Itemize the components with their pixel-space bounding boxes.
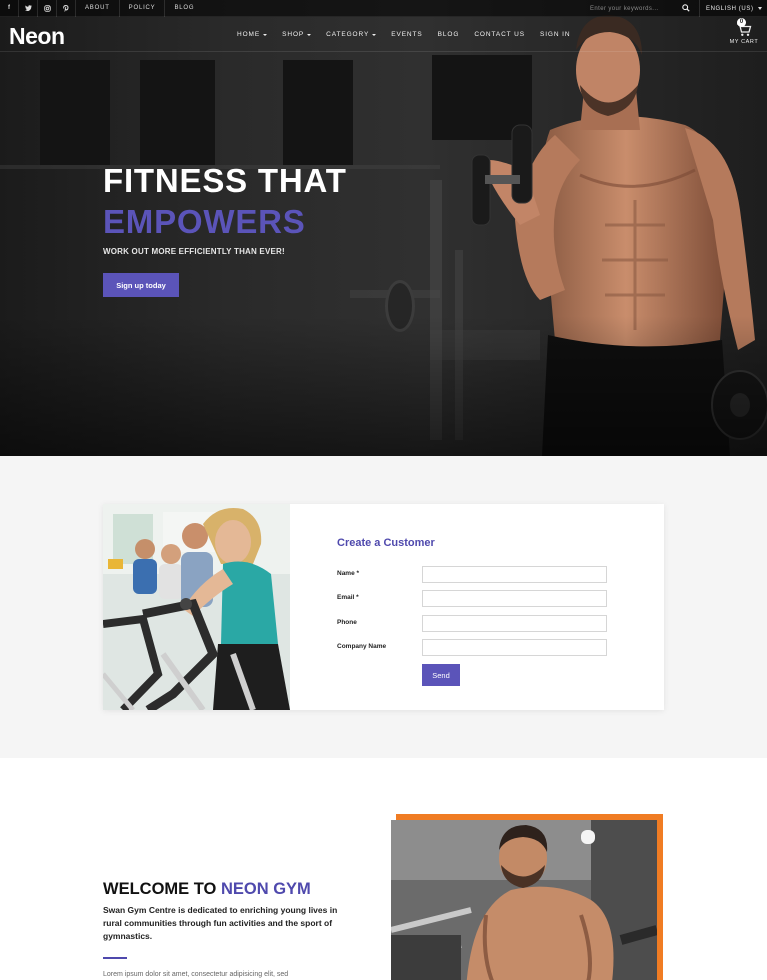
send-button[interactable]: Send — [422, 664, 460, 686]
top-link-blog[interactable]: BLOG — [165, 0, 203, 17]
welcome-title-accent: NEON GYM — [220, 880, 311, 898]
company-row: Company Name — [337, 639, 617, 656]
cart-button[interactable]: 0 MY CART — [727, 18, 761, 48]
language-selector[interactable]: ENGLISH (US) — [699, 0, 762, 17]
cart-label: MY CART — [729, 39, 759, 45]
nav-item-label: CATEGORY — [326, 31, 370, 38]
email-field[interactable] — [422, 590, 607, 607]
name-row: Name * — [337, 566, 617, 583]
pinterest-icon[interactable] — [57, 0, 76, 17]
top-link-about[interactable]: ABOUT — [76, 0, 120, 17]
nav-item-category[interactable]: CATEGORY — [326, 31, 377, 38]
form-title: Create a Customer — [337, 537, 435, 549]
name-label: Name * — [337, 570, 360, 577]
search-icon[interactable] — [682, 4, 690, 12]
cart-count-badge: 0 — [737, 18, 746, 27]
facebook-icon[interactable]: f — [0, 0, 19, 17]
hero-title-line2: EMPOWERS — [103, 203, 306, 240]
phone-field[interactable] — [422, 615, 607, 632]
company-label: Company Name — [337, 643, 387, 650]
top-bar: f ABOUT POLICY BLOG Enter your keywords.… — [0, 0, 767, 17]
email-label: Email * — [337, 594, 359, 601]
nav-item-home[interactable]: HOME — [237, 31, 268, 38]
nav-item-contact-us[interactable]: CONTACT US — [474, 31, 525, 38]
language-label: ENGLISH (US) — [706, 5, 754, 12]
email-row: Email * — [337, 590, 617, 607]
welcome-description: Swan Gym Centre is dedicated to enrichin… — [103, 905, 338, 941]
divider — [103, 957, 127, 959]
phone-label: Phone — [337, 619, 357, 626]
sign-up-button[interactable]: Sign up today — [103, 273, 179, 297]
customer-card: Create a Customer Name * Email * Phone C… — [103, 504, 664, 710]
pushup-photo — [391, 820, 657, 980]
nav-item-blog[interactable]: BLOG — [438, 31, 460, 38]
customer-section: Create a Customer Name * Email * Phone C… — [0, 456, 767, 758]
chevron-down-icon — [372, 33, 377, 36]
search-input[interactable]: Enter your keywords... — [590, 3, 690, 14]
nav-item-label: SHOP — [282, 31, 305, 38]
top-link-policy[interactable]: POLICY — [120, 0, 166, 17]
nav-item-label: SIGN IN — [539, 31, 571, 38]
nav-item-events[interactable]: EVENTS — [391, 31, 422, 38]
twitter-icon[interactable] — [19, 0, 38, 17]
nav-item-label: EVENTS — [391, 31, 423, 38]
chevron-down-icon — [757, 7, 762, 10]
main-nav: Neon HOME SHOP CATEGORY EVENTS BLOG CONT… — [0, 18, 767, 52]
instagram-icon[interactable] — [38, 0, 57, 17]
nav-item-label: BLOG — [437, 31, 460, 38]
nav-item-label: HOME — [237, 31, 261, 38]
welcome-title-plain: WELCOME TO — [103, 880, 221, 898]
search-placeholder: Enter your keywords... — [590, 5, 659, 12]
welcome-title: WELCOME TO NEON GYM — [103, 880, 311, 899]
nav-item-sign-in[interactable]: SIGN IN — [540, 31, 571, 38]
chevron-down-icon — [263, 33, 268, 36]
nav-menu: HOME SHOP CATEGORY EVENTS BLOG CONTACT U… — [237, 31, 585, 38]
company-field[interactable] — [422, 639, 607, 656]
bg-window — [40, 60, 110, 165]
logo[interactable]: Neon — [9, 23, 65, 50]
nav-item-shop[interactable]: SHOP — [282, 31, 312, 38]
hero-banner: f ABOUT POLICY BLOG Enter your keywords.… — [0, 0, 767, 456]
bg-window — [283, 60, 353, 165]
spin-class-photo — [103, 504, 290, 710]
bg-window — [140, 60, 215, 165]
hero-shade — [0, 316, 767, 456]
welcome-body-text: Lorem ipsum dolor sit amet, consectetur … — [103, 971, 289, 978]
nav-item-label: CONTACT US — [474, 31, 525, 38]
hero-tagline: WORK OUT MORE EFFICIENTLY THAN EVER! — [103, 247, 285, 256]
hero-title-line1: FITNESS THAT — [103, 162, 347, 199]
name-field[interactable] — [422, 566, 607, 583]
chevron-down-icon — [307, 33, 312, 36]
phone-row: Phone — [337, 615, 617, 632]
